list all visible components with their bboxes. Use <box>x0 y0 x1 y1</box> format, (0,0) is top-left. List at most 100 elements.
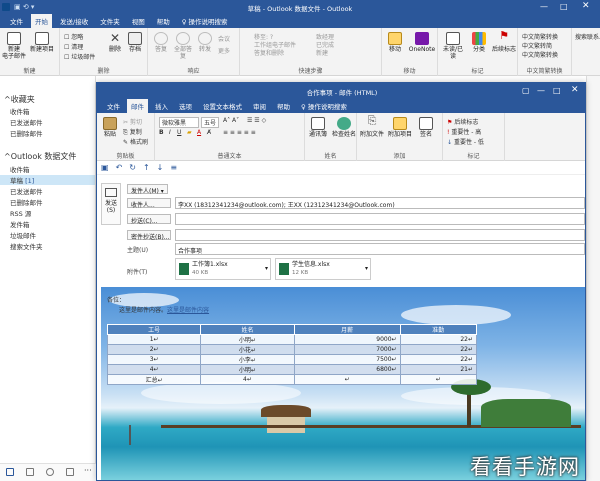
compose-options-icon[interactable]: ▢ <box>522 86 530 95</box>
check-names-button[interactable]: 检查姓名 <box>331 117 357 138</box>
folder-junk[interactable]: 垃圾邮件 <box>10 230 36 240</box>
ignore-button[interactable]: ☐ 忽略 <box>64 32 83 41</box>
favorite-sent[interactable]: 已发送邮件 <box>10 117 43 127</box>
translate-convert-button[interactable]: 中文简繁转换 <box>522 50 558 59</box>
font-size-select[interactable]: 五号 <box>201 117 219 128</box>
attachment-item[interactable]: 学生信息.xlsx 12 KB ▾ <box>275 258 371 280</box>
tab-file[interactable]: 文件 <box>6 14 27 28</box>
align-buttons[interactable]: ≡ ≡ ≡ ≡ ≡ <box>223 129 256 136</box>
tab-home[interactable]: 开始 <box>31 14 52 28</box>
to-button[interactable]: 收件人... <box>127 198 171 209</box>
compose-tell-me[interactable]: ♀ 操作说明搜索 <box>297 99 351 113</box>
favorites-header[interactable]: ^收藏夹 <box>4 94 35 105</box>
reply-all-button[interactable]: 全部答复 <box>172 32 194 60</box>
tab-folder[interactable]: 文件夹 <box>96 14 124 28</box>
subject-field[interactable]: 合作事项 <box>175 243 585 255</box>
compose-maximize-icon[interactable]: □ <box>553 86 561 95</box>
maximize-icon[interactable]: □ <box>560 2 568 11</box>
close-icon[interactable]: ✕ <box>582 1 590 11</box>
tab-view[interactable]: 视图 <box>128 14 149 28</box>
up-arrow-icon[interactable]: ↑ <box>143 163 150 172</box>
attachment-dropdown-icon[interactable]: ▾ <box>365 265 368 273</box>
font-color-button[interactable]: A <box>197 129 201 136</box>
bcc-button[interactable]: 密件抄送(B)... <box>127 230 171 241</box>
compose-tab-file[interactable]: 文件 <box>103 99 124 113</box>
tab-send-receive[interactable]: 发送/接收 <box>56 14 92 28</box>
new-email-button[interactable]: 新建 电子邮件 <box>2 32 26 60</box>
compose-close-icon[interactable]: ✕ <box>571 85 579 95</box>
format-painter-button[interactable]: ✎ 格式刷 <box>123 137 148 146</box>
folder-inbox[interactable]: 收件箱 <box>10 164 30 174</box>
delete-button[interactable]: ✕ 删除 <box>104 32 126 53</box>
address-book-button[interactable]: 通讯簿 <box>307 117 329 138</box>
list-buttons[interactable]: ☰ ☰ ◇ <box>247 117 266 124</box>
quickstep-new[interactable]: 新建 <box>316 48 328 57</box>
move-button[interactable]: 移动 <box>384 32 406 53</box>
cc-field[interactable] <box>175 213 585 225</box>
favorite-inbox[interactable]: 收件箱 <box>10 106 30 116</box>
attachment-dropdown-icon[interactable]: ▾ <box>265 265 268 273</box>
cleanup-button[interactable]: ☐ 清理 <box>64 42 83 51</box>
highlight-button[interactable]: ▰ <box>187 129 192 136</box>
to-field[interactable]: 李XX (18312341234@outlook.com); 王XX (1231… <box>175 197 585 209</box>
tab-help[interactable]: 帮助 <box>153 14 174 28</box>
send-button[interactable]: 发送 (S) <box>101 183 121 225</box>
meeting-button[interactable]: 会议 <box>218 34 230 43</box>
compose-tab-insert[interactable]: 插入 <box>151 99 172 113</box>
search-contacts[interactable]: 搜索联系人 <box>575 32 600 41</box>
folder-sent[interactable]: 已发送邮件 <box>10 186 43 196</box>
favorite-deleted[interactable]: 已删除邮件 <box>10 128 43 138</box>
translate-s2t-button[interactable]: 中文简繁转换 <box>522 32 558 41</box>
mail-icon[interactable] <box>6 468 14 476</box>
followup-flag-button[interactable]: ⚑ 后续标志 <box>447 117 478 126</box>
folder-drafts[interactable]: 草稿 [1] <box>0 175 95 185</box>
cc-button[interactable]: 抄送(C)... <box>127 214 171 225</box>
categorize-button[interactable]: 分类 <box>468 32 490 53</box>
signature-button[interactable]: 签名 <box>415 117 437 138</box>
attach-item-button[interactable]: 附加项目 <box>387 117 413 138</box>
translate-t2s-button[interactable]: 中文繁转简 <box>522 41 552 50</box>
customize-qat-icon[interactable]: ≡ <box>170 163 177 172</box>
paste-button[interactable]: 粘贴 <box>99 117 121 138</box>
from-button[interactable]: 发件人(M) ▾ <box>127 184 168 195</box>
unread-read-button[interactable]: 未读/已读 <box>440 32 466 60</box>
compose-tab-format[interactable]: 设置文本格式 <box>199 99 246 113</box>
junk-button[interactable]: ☐ 垃圾邮件 <box>64 52 95 61</box>
clear-format-button[interactable]: A̸ <box>207 129 211 136</box>
redo-icon[interactable]: ↻ <box>129 163 136 172</box>
reply-button[interactable]: 答复 <box>150 32 172 53</box>
onenote-button[interactable]: OneNote <box>408 32 436 53</box>
compose-tab-help[interactable]: 帮助 <box>273 99 294 113</box>
down-arrow-icon[interactable]: ↓ <box>157 163 164 172</box>
attachment-item[interactable]: 工作簿1.xlsx 40 KB ▾ <box>175 258 271 280</box>
compose-tab-review[interactable]: 审阅 <box>249 99 270 113</box>
save-icon[interactable]: ▣ <box>101 163 109 172</box>
followup-button[interactable]: ⚑ 后续标志 <box>492 30 516 53</box>
attach-file-button[interactable]: ⎘ 附加文件 <box>359 115 385 138</box>
archive-button[interactable]: 存档 <box>124 32 146 53</box>
low-importance-button[interactable]: ↓ 重要性 - 低 <box>447 137 484 146</box>
cut-button[interactable]: ✂ 剪切 <box>123 117 142 126</box>
minimize-icon[interactable]: — <box>540 2 548 11</box>
quickstep-reply-delete[interactable]: 答复和删除 <box>254 48 284 57</box>
compose-tab-options[interactable]: 选项 <box>175 99 196 113</box>
forward-button[interactable]: 转发 <box>194 32 216 53</box>
underline-button[interactable]: U <box>177 129 181 136</box>
folder-deleted[interactable]: 已删除邮件 <box>10 197 43 207</box>
more-button[interactable]: 更多 <box>218 46 230 55</box>
tell-me-search[interactable]: ♀ 操作说明搜索 <box>178 14 232 28</box>
new-items-button[interactable]: 新建项目 <box>28 32 56 53</box>
font-name-select[interactable]: 微软雅黑 <box>159 117 199 128</box>
folder-outbox[interactable]: 发件箱 <box>10 219 30 229</box>
calendar-icon[interactable] <box>26 468 34 476</box>
font-grow-shrink[interactable]: A˄ A˅ <box>223 117 239 124</box>
people-icon[interactable] <box>46 468 54 476</box>
folder-rss[interactable]: RSS 源 <box>10 208 31 218</box>
copy-button[interactable]: ⎘ 复制 <box>123 127 142 137</box>
more-apps-icon[interactable]: ··· <box>84 466 92 475</box>
compose-tab-message[interactable]: 邮件 <box>127 99 148 113</box>
bold-button[interactable]: B <box>159 129 164 136</box>
bcc-field[interactable] <box>175 229 585 241</box>
undo-icon[interactable]: ↶ <box>116 163 123 172</box>
high-importance-button[interactable]: ! 重要性 - 高 <box>447 127 481 136</box>
